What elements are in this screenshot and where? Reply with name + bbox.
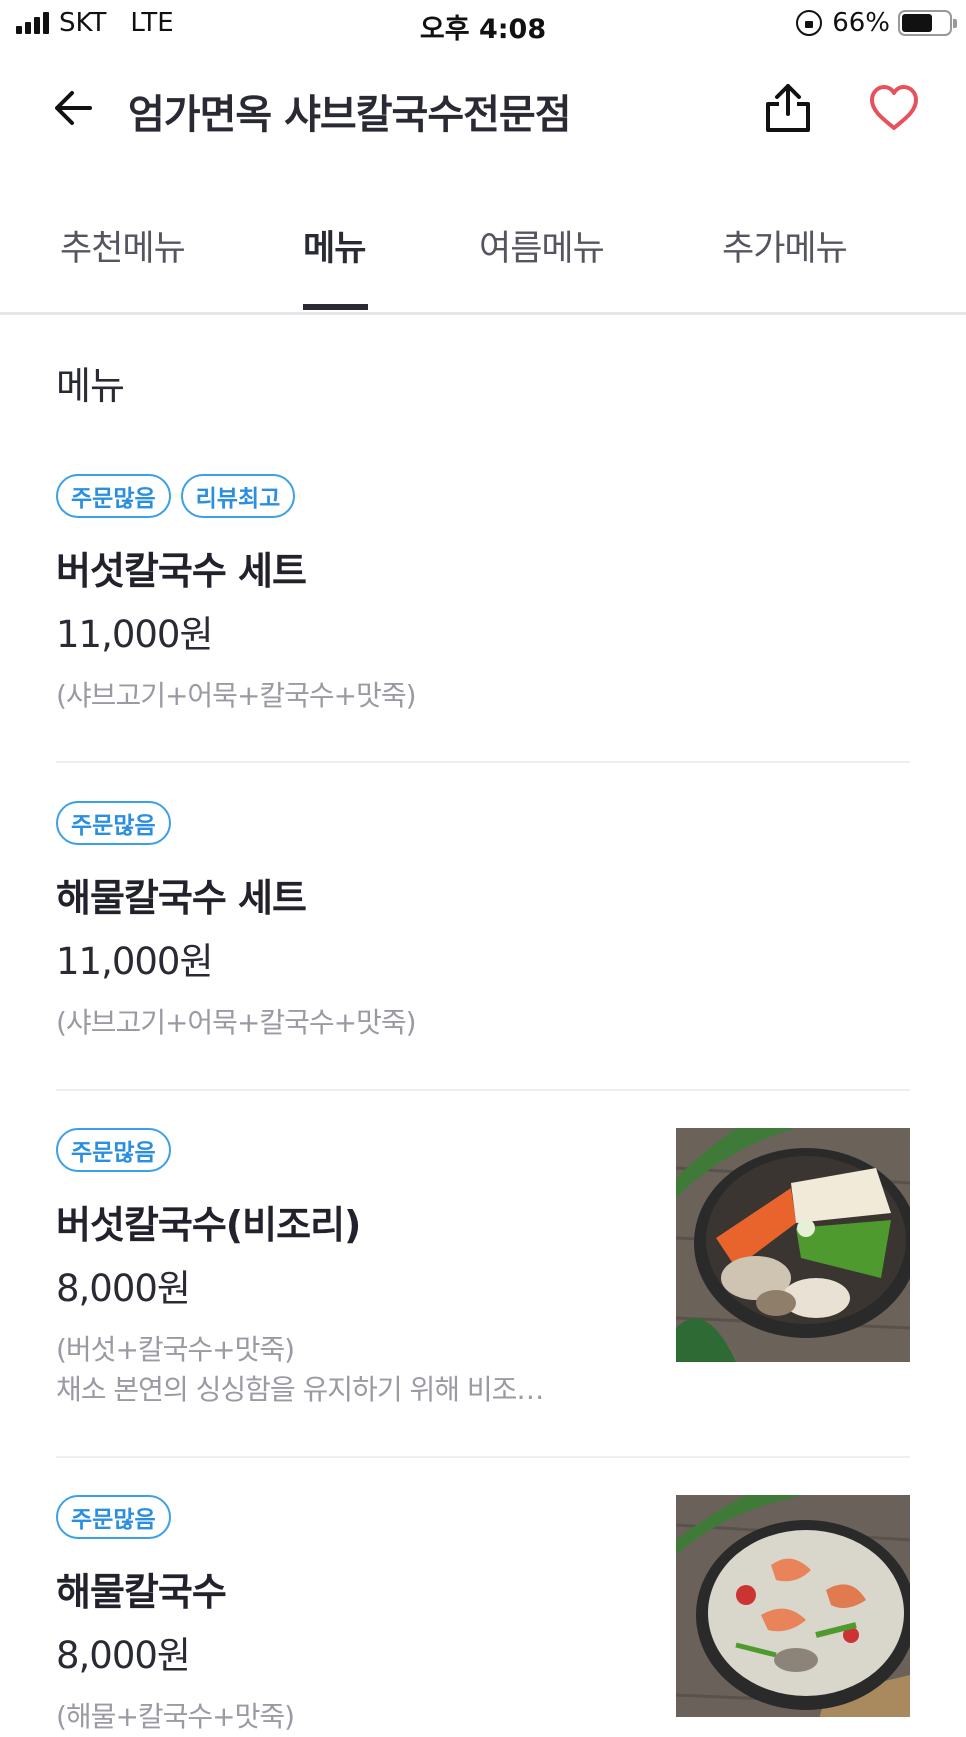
seafood-hotpot-photo[interactable] (676, 1495, 910, 1717)
menu-tabs: 추천메뉴 메뉴 여름메뉴 추가메뉴 (0, 190, 966, 315)
menu-item-name: 해물칼국수 (56, 1570, 227, 1614)
menu-item-name: 버섯칼국수 세트 (56, 549, 307, 593)
tab-extra-menu[interactable]: 추가메뉴 (722, 220, 848, 271)
divider (56, 1089, 910, 1091)
battery-icon (898, 10, 957, 36)
back-arrow-icon (55, 91, 92, 125)
share-icon (766, 84, 810, 132)
favorite-button[interactable] (866, 82, 922, 138)
badge-best-review: 리뷰최고 (180, 474, 296, 518)
badge-row: 주문많음 (56, 801, 910, 851)
status-right: 66% (796, 8, 957, 38)
menu-item-price: 8,000원 (56, 1267, 191, 1310)
badge-row: 주문많음 리뷰최고 (56, 474, 910, 524)
tab-recommended[interactable]: 추천메뉴 (60, 220, 186, 271)
menu-item-price: 11,000원 (56, 613, 214, 656)
badge-popular: 주문많음 (56, 801, 171, 845)
badge-popular: 주문많음 (56, 1495, 171, 1539)
share-button[interactable] (760, 80, 816, 136)
menu-item-name: 해물칼국수 세트 (56, 876, 307, 920)
menu-item-desc-line: (샤브고기+어묵+칼국수+맛죽) (56, 1006, 417, 1039)
menu-item-desc: (해물+칼국수+맛죽) (56, 1697, 295, 1737)
menu-item[interactable]: 주문많음 리뷰최고 버섯칼국수 세트 11,000원 (샤브고기+어묵+칼국수+… (56, 474, 910, 764)
menu-item-desc-line: 채소 본연의 싱싱함을 유지하기 위해 비조… (56, 1373, 544, 1406)
menu-item-desc-line: (버섯+칼국수+맛죽) (56, 1333, 295, 1366)
menu-item-desc-line: (샤브고기+어묵+칼국수+맛죽) (56, 679, 417, 712)
orientation-lock-icon (796, 10, 823, 36)
badge-popular: 주문많음 (56, 1128, 171, 1172)
tab-menu[interactable]: 메뉴 (303, 220, 366, 271)
badge-popular: 주문많음 (56, 474, 171, 518)
battery-percent: 66% (832, 8, 890, 38)
menu-item-desc: (샤브고기+어묵+칼국수+맛죽) (56, 676, 417, 716)
menu-item-name: 버섯칼국수(비조리) (56, 1203, 361, 1247)
active-tab-indicator (303, 304, 368, 310)
divider (56, 1456, 910, 1458)
battery-fill (902, 14, 933, 32)
menu-item[interactable]: 주문많음 해물칼국수 세트 11,000원 (샤브고기+어묵+칼국수+맛죽) (56, 801, 910, 1091)
mushroom-hotpot-photo[interactable] (676, 1128, 910, 1362)
store-header: 엄가면옥 샤브칼국수전문점 (0, 60, 966, 160)
divider (56, 761, 910, 763)
menu-item-desc: (샤브고기+어묵+칼국수+맛죽) (56, 1003, 417, 1043)
seafood-hotpot-image (676, 1495, 910, 1717)
tab-summer-menu[interactable]: 여름메뉴 (479, 220, 605, 271)
menu-item-price: 11,000원 (56, 940, 214, 983)
section-title: 메뉴 (56, 364, 125, 408)
menu-item-price: 8,000원 (56, 1634, 191, 1677)
menu-item-desc-line: (해물+칼국수+맛죽) (56, 1700, 295, 1733)
mushroom-hotpot-image (676, 1128, 910, 1362)
store-title: 엄가면옥 샤브칼국수전문점 (128, 92, 572, 138)
back-button[interactable] (48, 80, 104, 136)
heart-icon (870, 85, 918, 130)
status-bar: SKT LTE 오후 4:08 66% (0, 0, 966, 50)
menu-item-desc: (버섯+칼국수+맛죽) 채소 본연의 싱싱함을 유지하기 위해 비조… (56, 1330, 544, 1410)
